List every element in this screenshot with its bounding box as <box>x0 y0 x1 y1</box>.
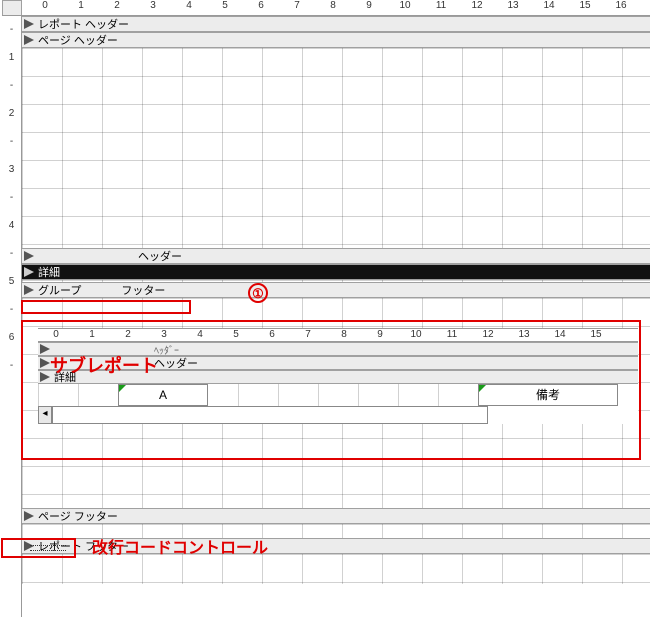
annotation-subreport-label: サブレポート <box>50 352 158 378</box>
section-marker-icon <box>24 19 34 29</box>
newline-code-control[interactable] <box>30 545 66 551</box>
ruler-corner-select-all[interactable] <box>2 0 22 16</box>
annotation-circled-1: ① <box>248 283 268 303</box>
section-marker-icon <box>24 251 34 261</box>
section-marker-icon <box>24 35 34 45</box>
section-group-header[interactable]: ヘッダー <box>22 248 650 264</box>
section-page-header[interactable]: ページ ヘッダー <box>22 32 650 48</box>
ruler-horizontal[interactable]: 012345678910111213141516 <box>2 0 650 16</box>
annotation-newline-control-label: 改行コードコントロール <box>92 534 268 558</box>
section-marker-icon <box>40 344 50 354</box>
section-label: ページ フッター <box>38 508 118 524</box>
section-marker-icon <box>24 267 34 277</box>
subreport-textbox-row: ◂ <box>38 406 638 424</box>
section-marker-icon <box>40 358 50 368</box>
section-label: ヘッダー <box>154 355 198 371</box>
ruler-vertical[interactable]: - 1 - 2 - 3 - 4 - 5 - 6 - <box>2 16 22 617</box>
column-header-a[interactable]: A <box>118 384 208 406</box>
subreport-textbox[interactable] <box>52 406 488 424</box>
section-label: レポート ヘッダー <box>38 16 129 32</box>
section-label: ページ ヘッダー <box>38 32 118 48</box>
section-label: 詳細 <box>38 264 60 280</box>
page-header-area[interactable] <box>22 48 650 248</box>
report-footer-area[interactable] <box>22 554 650 584</box>
section-label: ヘッダー <box>138 248 182 264</box>
scroll-left-button[interactable]: ◂ <box>38 406 52 424</box>
section-marker-icon <box>24 285 34 295</box>
section-label: グループ <box>38 282 81 298</box>
section-page-footer[interactable]: ページ フッター <box>22 508 650 524</box>
ruler-ticks-main: 012345678910111213141516 <box>25 0 639 11</box>
design-surface[interactable]: レポート ヘッダー ページ ヘッダー ヘッダー 詳細 グループ フッター <box>22 16 650 617</box>
section-marker-icon <box>24 511 34 521</box>
subreport-ruler-horizontal[interactable]: 0123456789101112131415 <box>38 328 638 342</box>
section-detail[interactable]: 詳細 <box>22 264 650 280</box>
ruler-ticks-sub: 0123456789101112131415 <box>38 329 614 340</box>
report-designer[interactable]: 012345678910111213141516 - 1 - 2 - 3 - 4… <box>0 0 650 617</box>
section-group-footer[interactable]: グループ フッター <box>22 282 650 298</box>
section-label: フッター <box>121 282 165 298</box>
column-header-remarks[interactable]: 備考 <box>478 384 618 406</box>
subreport-detail-area[interactable]: A 備考 <box>38 384 638 406</box>
section-report-header[interactable]: レポート ヘッダー <box>22 16 650 32</box>
sort-indicator-icon <box>119 385 126 392</box>
annotation-group-footer-highlight <box>21 300 191 314</box>
section-marker-icon <box>40 372 50 382</box>
sort-indicator-icon <box>479 385 486 392</box>
